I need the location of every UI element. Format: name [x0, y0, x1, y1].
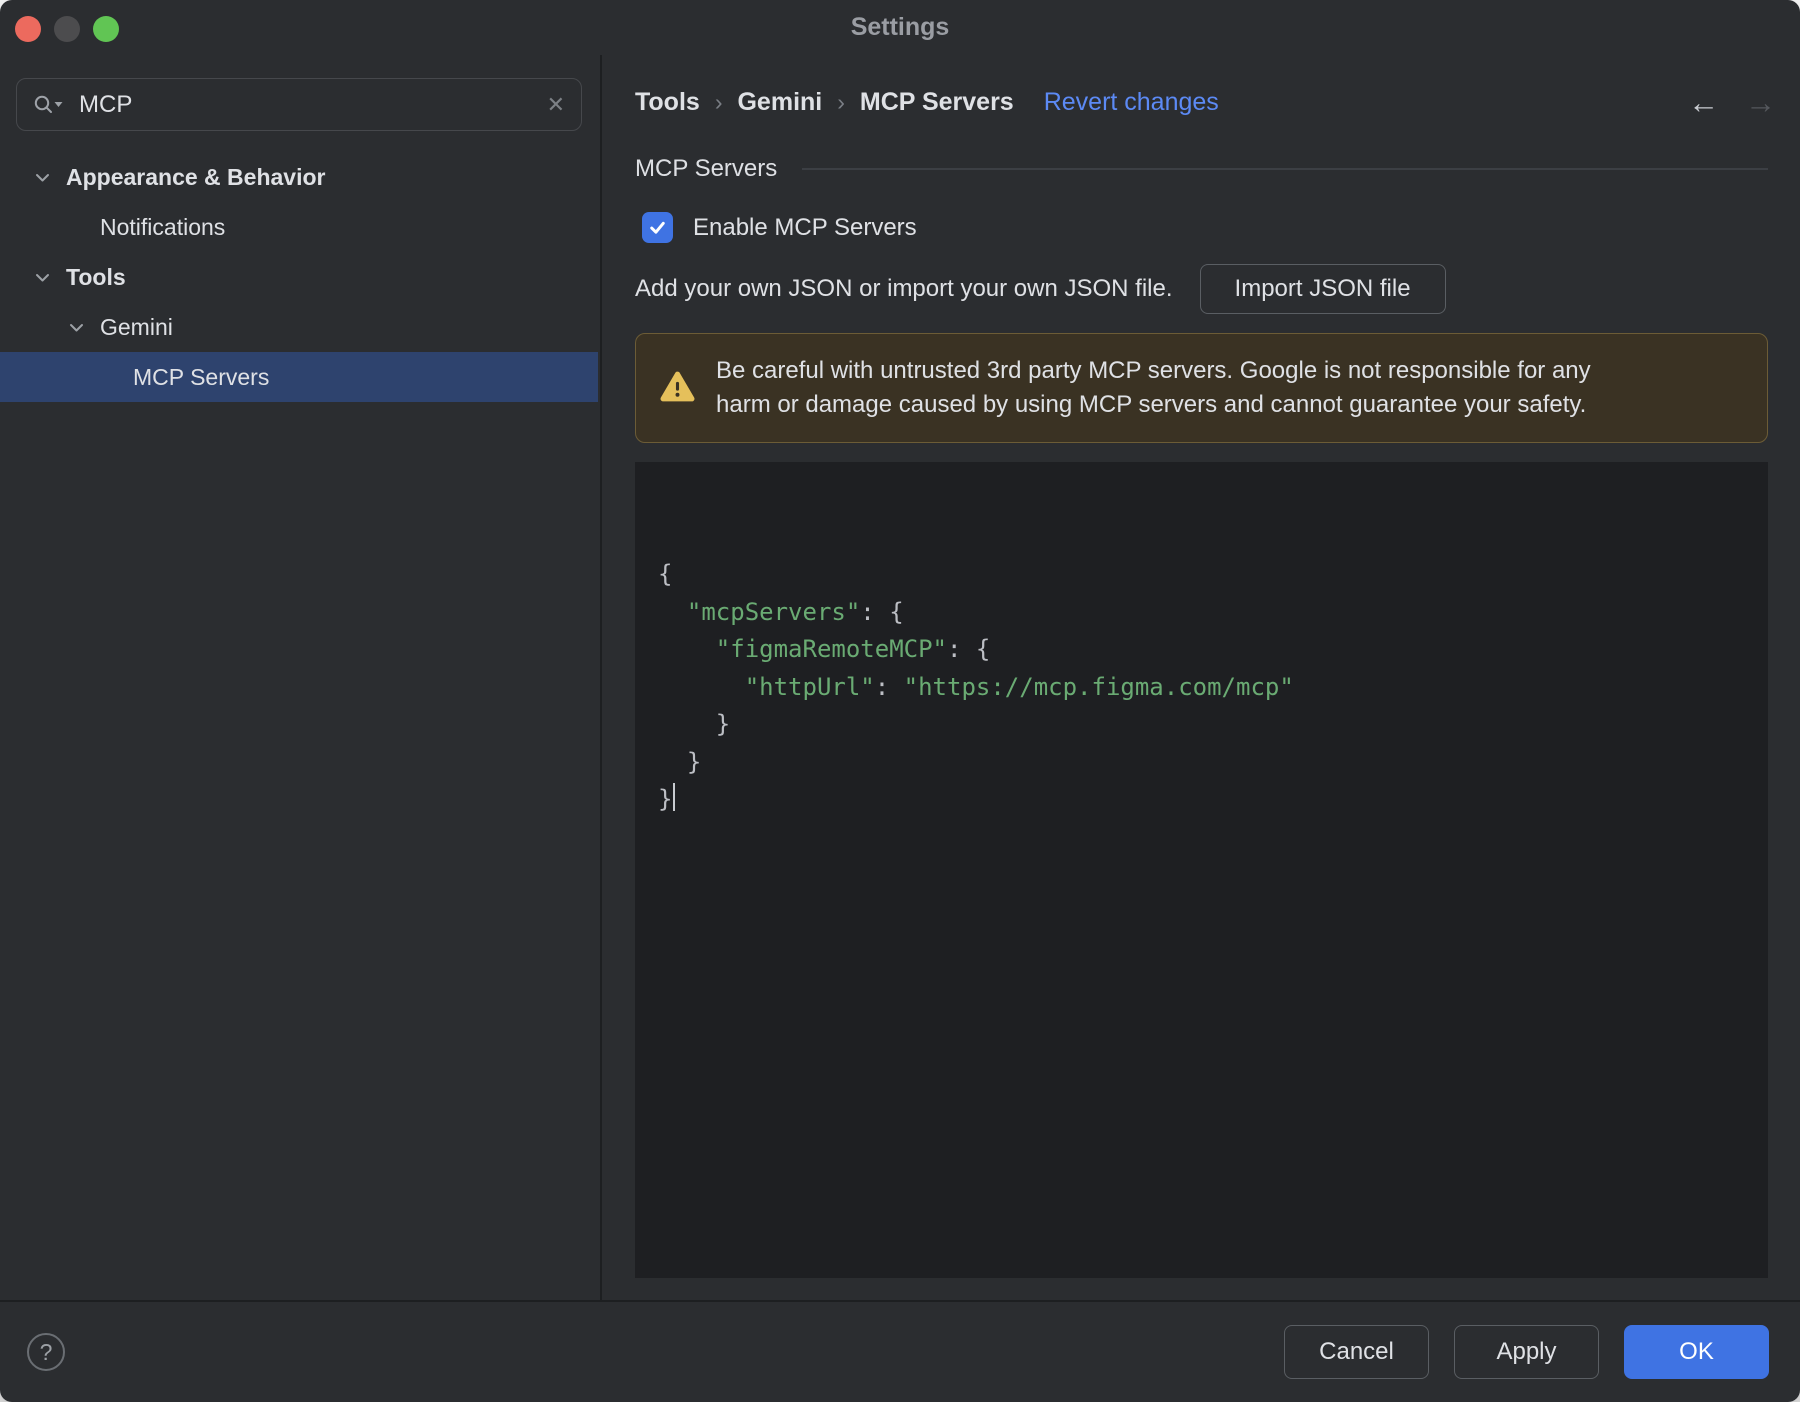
import-json-file-button[interactable]: Import JSON file [1199, 264, 1446, 314]
breadcrumb-separator: › [714, 89, 723, 115]
code-line: } [658, 710, 731, 738]
clear-search-icon[interactable]: ✕ [547, 93, 565, 116]
breadcrumb-gemini[interactable]: Gemini [737, 88, 822, 117]
code-line: "mcpServers": { [686, 597, 904, 626]
settings-search-field[interactable]: ✕ [16, 78, 582, 131]
breadcrumb: Tools › Gemini › MCP Servers Revert chan… [635, 88, 1219, 117]
chevron-down-icon[interactable] [32, 167, 53, 188]
sidebar-item-tools[interactable]: Tools [0, 252, 598, 302]
cancel-button[interactable]: Cancel [1284, 1325, 1429, 1379]
sidebar-item-gemini[interactable]: Gemini [0, 302, 598, 352]
titlebar: Settings [0, 0, 1800, 55]
settings-tree: Appearance & Behavior Notifications Tool… [0, 152, 598, 402]
mcp-json-editor[interactable]: { "mcpServers": { "figmaRemoteMCP": { "h… [635, 462, 1768, 1278]
settings-window: Settings ✕ Appearance & Behavior [0, 0, 1800, 1402]
code-line: "figmaRemoteMCP": { [715, 635, 991, 663]
section-divider [802, 168, 1768, 170]
section-header: MCP Servers [635, 155, 1768, 183]
add-json-row: Add your own JSON or import your own JSO… [635, 264, 1446, 314]
question-mark-icon: ? [39, 1338, 53, 1365]
enable-mcp-checkbox[interactable] [642, 212, 673, 243]
code-line: } [658, 747, 702, 776]
dialog-buttons: Cancel Apply OK [1284, 1325, 1769, 1379]
enable-mcp-label: Enable MCP Servers [693, 213, 917, 241]
code-line: { [658, 560, 673, 588]
ok-button[interactable]: OK [1624, 1325, 1769, 1379]
sidebar-item-notifications[interactable]: Notifications [0, 202, 598, 252]
search-icon [33, 94, 65, 116]
warning-text: Be careful with untrusted 3rd party MCP … [716, 354, 1591, 422]
chevron-down-icon[interactable] [66, 317, 87, 338]
settings-sidebar: ✕ Appearance & Behavior Notifications To… [0, 55, 602, 1300]
warning-text-line: Be careful with untrusted 3rd party MCP … [716, 357, 1591, 384]
code-lines: { "mcpServers": { "figmaRemoteMCP": { "h… [658, 556, 1768, 819]
chevron-down-icon[interactable] [32, 267, 53, 288]
help-button[interactable]: ? [27, 1333, 65, 1371]
sidebar-item-label: Notifications [100, 213, 226, 240]
footer-bar: ? Cancel Apply OK [0, 1300, 1800, 1402]
breadcrumb-mcp-servers[interactable]: MCP Servers [860, 88, 1014, 117]
breadcrumb-separator: › [837, 89, 845, 115]
back-arrow-icon[interactable]: ← [1688, 85, 1719, 121]
history-nav: ← → [1688, 85, 1776, 121]
window-title: Settings [850, 13, 950, 41]
sidebar-item-label: Tools [66, 263, 126, 290]
sidebar-item-label: MCP Servers [133, 363, 270, 390]
warning-text-line: harm or damage caused by using MCP serve… [716, 391, 1587, 418]
revert-changes-link[interactable]: Revert changes [1044, 88, 1219, 117]
sidebar-item-appearance-behavior[interactable]: Appearance & Behavior [0, 152, 598, 202]
section-title: MCP Servers [635, 155, 778, 182]
enable-mcp-row: Enable MCP Servers [642, 212, 917, 243]
warning-banner: Be careful with untrusted 3rd party MCP … [635, 333, 1768, 443]
warning-icon [660, 370, 695, 408]
search-input[interactable] [79, 90, 547, 119]
add-json-text: Add your own JSON or import your own JSO… [635, 275, 1173, 302]
breadcrumb-tools[interactable]: Tools [635, 88, 700, 117]
sidebar-item-label: Appearance & Behavior [66, 163, 326, 190]
apply-button[interactable]: Apply [1454, 1325, 1599, 1379]
sidebar-item-label: Gemini [100, 313, 173, 340]
forward-arrow-icon[interactable]: → [1745, 85, 1776, 121]
settings-content: Tools › Gemini › MCP Servers Revert chan… [602, 55, 1800, 1300]
text-cursor [673, 783, 676, 811]
checkmark-icon [650, 221, 665, 234]
code-line: } [658, 781, 1768, 819]
code-line: "httpUrl": "https://mcp.figma.com/mcp" [744, 672, 1294, 701]
sidebar-item-mcp-servers[interactable]: MCP Servers [0, 352, 598, 402]
